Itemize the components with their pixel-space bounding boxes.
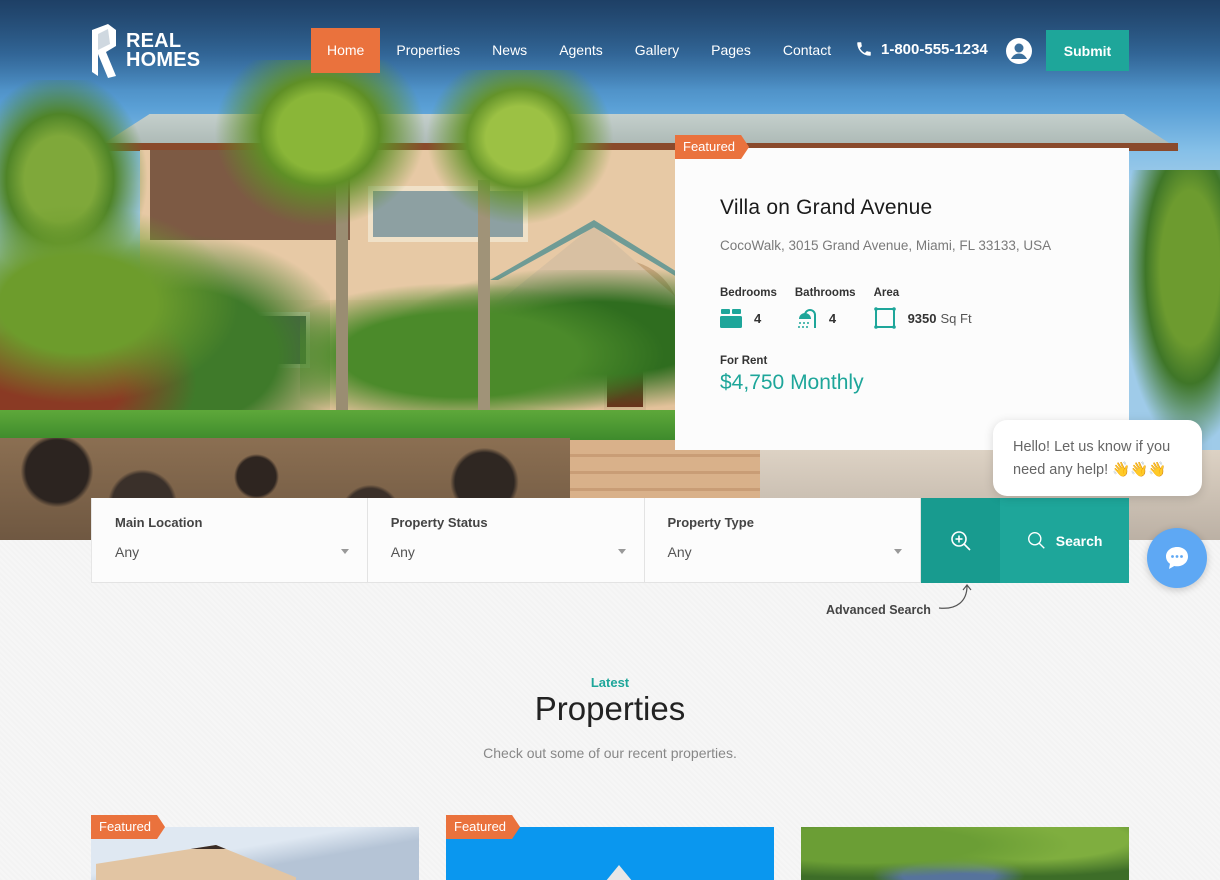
property-card[interactable] xyxy=(801,827,1129,880)
logo-text-line2: HOMES xyxy=(126,49,201,71)
caret-down-icon xyxy=(617,549,626,554)
nav-item-agents[interactable]: Agents xyxy=(543,28,619,73)
featured-property-card[interactable]: Featured Villa on Grand Avenue CocoWalk,… xyxy=(675,148,1129,450)
phone-icon xyxy=(857,42,871,56)
caret-down-icon xyxy=(894,549,903,554)
nav-item-pages[interactable]: Pages xyxy=(695,28,767,73)
nav-item-news[interactable]: News xyxy=(476,28,543,73)
advanced-search-button[interactable] xyxy=(921,498,1001,583)
advanced-search-hint: Advanced Search xyxy=(826,603,931,617)
property-status-select[interactable]: Property Status Any xyxy=(367,498,645,583)
bedrooms-label: Bedrooms xyxy=(720,287,777,299)
submit-property-button[interactable]: Submit xyxy=(1046,30,1129,71)
section-kicker: Latest xyxy=(590,675,630,690)
main-nav: Home Properties News Agents Gallery Page… xyxy=(311,28,847,73)
search-button-label: Search xyxy=(1055,532,1103,549)
bedrooms-value: 4 xyxy=(754,310,762,326)
search-button[interactable]: Search xyxy=(1000,498,1130,583)
main-location-label: Main Location xyxy=(115,515,203,530)
nav-item-gallery[interactable]: Gallery xyxy=(619,28,695,73)
section-title: Properties xyxy=(534,690,686,727)
property-search-form: Main Location Any Property Status Any Pr… xyxy=(91,498,1130,583)
site-logo[interactable]: REAL HOMES xyxy=(90,24,200,78)
curved-arrow-icon xyxy=(938,584,972,609)
area-label: Area xyxy=(873,287,900,299)
main-location-value: Any xyxy=(115,544,140,560)
bathrooms-label: Bathrooms xyxy=(794,287,856,299)
main-location-select[interactable]: Main Location Any xyxy=(91,498,368,583)
area-value: 9350 xyxy=(907,310,937,326)
featured-badge: Featured xyxy=(675,135,749,159)
property-type-select[interactable]: Property Type Any xyxy=(644,498,922,583)
area-icon xyxy=(873,307,896,329)
caret-down-icon xyxy=(340,549,349,554)
bed-icon xyxy=(720,309,742,328)
bedrooms-meta: Bedrooms 4 xyxy=(720,287,777,329)
property-status-label: Property Status xyxy=(390,515,488,530)
shower-icon xyxy=(797,309,816,328)
featured-badge: Featured xyxy=(446,815,520,839)
nav-item-contact[interactable]: Contact xyxy=(767,28,847,73)
bathrooms-value: 4 xyxy=(828,310,837,326)
zoom-in-icon xyxy=(950,530,971,551)
logo-mark-icon xyxy=(92,24,116,78)
area-unit: Sq Ft xyxy=(940,310,972,326)
section-subtitle: Check out some of our recent properties. xyxy=(483,745,737,761)
chat-greeting-bubble[interactable]: Hello! Let us know if you need any help!… xyxy=(993,420,1202,496)
phone-link[interactable]: 1-800-555-1234 xyxy=(855,40,988,58)
nav-item-properties[interactable]: Properties xyxy=(380,28,476,73)
property-price: $4,750 Monthly xyxy=(720,371,864,394)
property-type-value: Any xyxy=(667,544,692,560)
property-type-label: Property Type xyxy=(667,515,754,530)
featured-badge: Featured xyxy=(91,815,165,839)
property-meta: Bedrooms 4 Bathrooms 4 Area 9350 Sq Ft xyxy=(720,287,1084,329)
property-title[interactable]: Villa on Grand Avenue xyxy=(720,196,1084,220)
property-address: CocoWalk, 3015 Grand Avenue, Miami, FL 3… xyxy=(720,238,1052,253)
chat-launcher-button[interactable] xyxy=(1147,528,1207,588)
chat-icon xyxy=(1166,547,1188,569)
user-circle-icon[interactable] xyxy=(1006,38,1032,64)
property-card-image[interactable] xyxy=(801,827,1129,880)
nav-item-home[interactable]: Home xyxy=(311,28,381,73)
area-meta: Area 9350 Sq Ft xyxy=(874,287,972,329)
phone-number: 1-800-555-1234 xyxy=(881,40,988,58)
property-status: For Rent xyxy=(720,355,768,367)
property-status-value: Any xyxy=(390,544,415,560)
bathrooms-meta: Bathrooms 4 xyxy=(795,287,856,329)
search-icon xyxy=(1027,532,1045,549)
